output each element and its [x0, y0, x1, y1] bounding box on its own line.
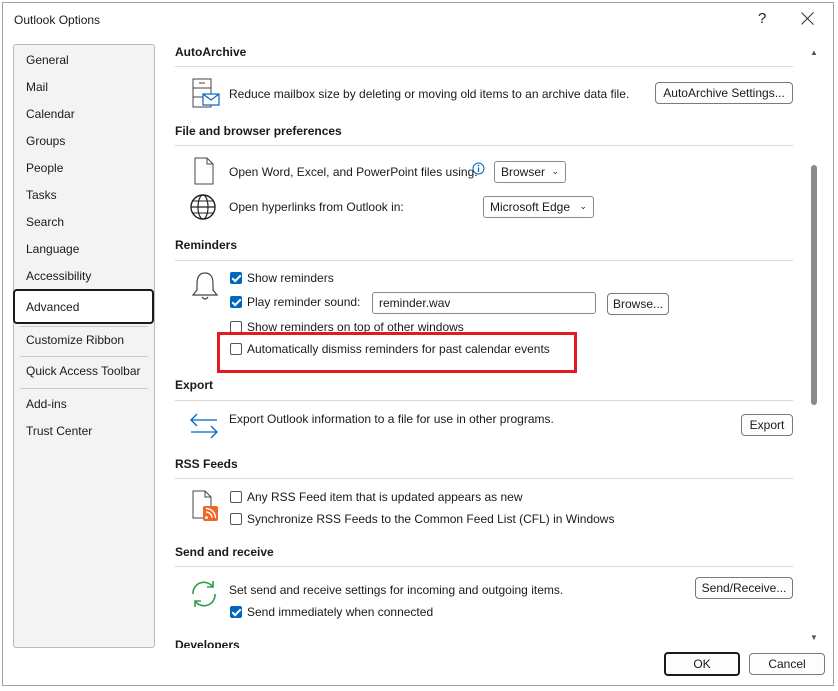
section-divider	[175, 145, 793, 146]
autoarchive-settings-button[interactable]: AutoArchive Settings...	[655, 82, 793, 104]
sidebar-item-general[interactable]: General	[26, 53, 69, 67]
scrollbar-thumb[interactable]	[811, 165, 817, 405]
send-receive-button[interactable]: Send/Receive...	[695, 577, 793, 599]
cancel-button[interactable]: Cancel	[749, 653, 825, 675]
send-immediately-checkbox[interactable]	[230, 606, 242, 618]
sidebar-item-accessibility[interactable]: Accessibility	[26, 269, 91, 283]
section-divider	[175, 566, 793, 567]
sidebar-divider	[20, 326, 148, 327]
file-browser-header: File and browser preferences	[175, 124, 342, 138]
document-icon	[194, 157, 214, 185]
sidebar-item-search[interactable]: Search	[26, 215, 64, 229]
export-header: Export	[175, 378, 214, 392]
play-sound-checkbox[interactable]	[230, 296, 242, 308]
sidebar-item-calendar[interactable]: Calendar	[26, 107, 75, 121]
bell-icon	[191, 272, 219, 300]
sidebar-item-trust-center[interactable]: Trust Center	[26, 424, 92, 438]
sidebar-item-groups[interactable]: Groups	[26, 134, 65, 148]
sidebar-item-tasks[interactable]: Tasks	[26, 188, 57, 202]
open-files-dropdown[interactable]: Browser ⌄	[494, 161, 566, 183]
window-title: Outlook Options	[14, 13, 101, 27]
sidebar-divider	[20, 356, 148, 357]
sidebar-item-language[interactable]: Language	[26, 242, 79, 256]
close-icon[interactable]	[797, 8, 819, 30]
ok-button[interactable]: OK	[664, 652, 740, 676]
globe-icon	[190, 194, 216, 220]
chevron-down-icon: ⌄	[579, 201, 587, 211]
scroll-up-icon[interactable]: ▲	[810, 48, 818, 57]
section-divider	[175, 260, 793, 261]
hyperlinks-value: Microsoft Edge	[490, 200, 571, 214]
hyperlinks-dropdown[interactable]: Microsoft Edge ⌄	[483, 196, 594, 218]
sidebar-divider	[20, 388, 148, 389]
developers-header: Developers	[175, 638, 240, 648]
section-divider	[175, 400, 793, 401]
section-divider	[175, 66, 793, 67]
browse-button[interactable]: Browse...	[607, 293, 669, 315]
sidebar-item-people[interactable]: People	[26, 161, 63, 175]
chevron-down-icon: ⌄	[551, 166, 559, 176]
section-divider	[175, 478, 793, 479]
info-icon[interactable]	[472, 162, 485, 175]
export-button[interactable]: Export	[741, 414, 793, 436]
help-icon[interactable]: ?	[758, 10, 766, 27]
export-description: Export Outlook information to a file for…	[229, 412, 554, 426]
autoarchive-description: Reduce mailbox size by deleting or movin…	[229, 87, 630, 101]
reminder-sound-value: reminder.wav	[379, 296, 451, 310]
send-immediately-label[interactable]: Send immediately when connected	[247, 605, 433, 619]
export-arrows-icon	[190, 413, 218, 439]
reminders-header: Reminders	[175, 238, 238, 252]
sidebar-item-mail[interactable]: Mail	[26, 80, 48, 94]
rss-sync-checkbox[interactable]	[230, 513, 242, 525]
rss-sync-label[interactable]: Synchronize RSS Feeds to the Common Feed…	[247, 512, 614, 526]
send-receive-description: Set send and receive settings for incomi…	[229, 583, 564, 597]
show-reminders-label[interactable]: Show reminders	[247, 271, 334, 285]
rss-header: RSS Feeds	[175, 457, 238, 471]
send-receive-header: Send and receive	[175, 545, 274, 559]
sidebar-item-advanced[interactable]: Advanced	[13, 289, 154, 324]
open-files-value: Browser	[501, 165, 546, 179]
archive-icon	[192, 78, 220, 108]
open-files-label: Open Word, Excel, and PowerPoint files u…	[229, 165, 478, 179]
scroll-down-icon[interactable]: ▼	[810, 633, 818, 642]
rss-any-item-checkbox[interactable]	[230, 491, 242, 503]
autoarchive-header: AutoArchive	[175, 45, 247, 59]
scrollbar[interactable]	[806, 40, 828, 648]
rss-feed-icon	[192, 490, 218, 521]
hyperlinks-label: Open hyperlinks from Outlook in:	[229, 200, 404, 214]
reminder-sound-field[interactable]: reminder.wav	[372, 292, 596, 314]
sync-icon	[192, 581, 216, 607]
sidebar-item-customize-ribbon[interactable]: Customize Ribbon	[26, 333, 124, 347]
sidebar-item-add-ins[interactable]: Add-ins	[26, 397, 67, 411]
show-reminders-checkbox[interactable]	[230, 272, 242, 284]
play-sound-label[interactable]: Play reminder sound:	[247, 295, 360, 309]
rss-any-item-label[interactable]: Any RSS Feed item that is updated appear…	[247, 490, 523, 504]
highlight-box	[217, 332, 577, 373]
sidebar-item-quick-access-toolbar[interactable]: Quick Access Toolbar	[26, 364, 141, 378]
